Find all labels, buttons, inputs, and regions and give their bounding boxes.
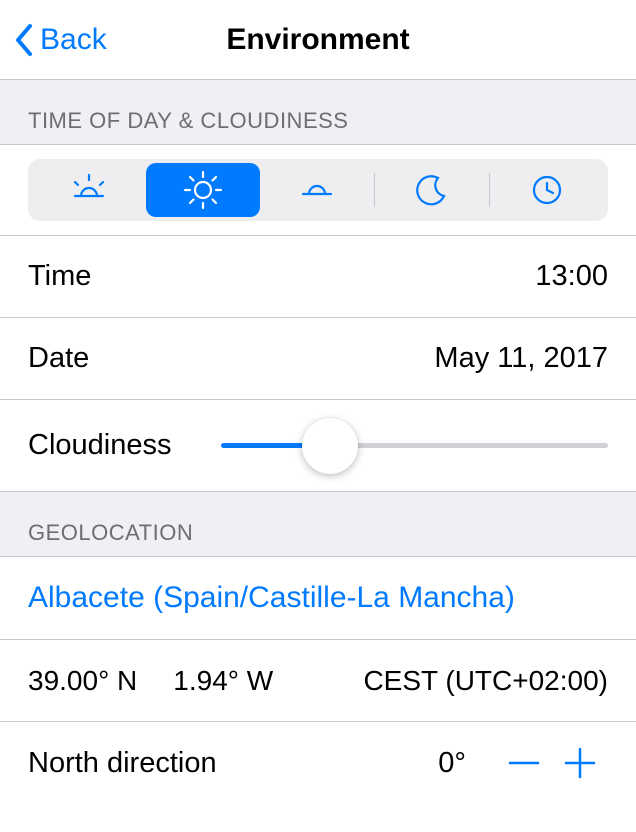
cloudiness-label: Cloudiness (28, 429, 171, 462)
cloudiness-slider[interactable] (221, 416, 608, 476)
timezone-value: CEST (UTC+02:00) (363, 665, 608, 697)
sunset-icon (297, 170, 337, 210)
north-value: 0° (438, 747, 466, 780)
clock-icon (530, 173, 564, 207)
section-header-time: TIME OF DAY & CLOUDINESS (0, 80, 636, 145)
coordinates-row: 39.00° N 1.94° W CEST (UTC+02:00) (0, 640, 636, 722)
section-header-geolocation: GEOLOCATION (0, 492, 636, 557)
back-label: Back (40, 23, 107, 57)
time-label: Time (28, 260, 91, 293)
sunrise-icon (69, 170, 109, 210)
plus-icon (560, 743, 600, 783)
north-direction-row: North direction 0° (0, 722, 636, 804)
time-value: 13:00 (535, 260, 608, 293)
date-row[interactable]: Date May 11, 2017 (0, 318, 636, 400)
moon-icon (414, 172, 450, 208)
longitude-value: 1.94° W (173, 665, 273, 697)
latitude-value: 39.00° N (28, 665, 137, 697)
increment-button[interactable] (552, 743, 608, 783)
location-name: Albacete (Spain/Castille-La Mancha) (28, 581, 515, 614)
date-value: May 11, 2017 (434, 342, 608, 375)
decrement-button[interactable] (496, 743, 552, 783)
back-button[interactable]: Back (0, 23, 107, 57)
date-label: Date (28, 342, 89, 375)
sun-icon (181, 168, 225, 212)
north-label: North direction (28, 747, 217, 780)
chevron-left-icon (14, 23, 34, 57)
segment-moon[interactable] (375, 163, 489, 217)
time-of-day-segment-wrap (0, 145, 636, 236)
slider-thumb[interactable] (302, 418, 358, 474)
time-of-day-segmented (28, 159, 608, 221)
minus-icon (504, 743, 544, 783)
segment-sun[interactable] (146, 163, 260, 217)
segment-sunrise[interactable] (32, 163, 146, 217)
nav-bar: Back Environment (0, 0, 636, 80)
time-row[interactable]: Time 13:00 (0, 236, 636, 318)
segment-clock[interactable] (490, 163, 604, 217)
segment-sunset[interactable] (260, 163, 374, 217)
cloudiness-row: Cloudiness (0, 400, 636, 492)
location-link[interactable]: Albacete (Spain/Castille-La Mancha) (0, 557, 636, 640)
